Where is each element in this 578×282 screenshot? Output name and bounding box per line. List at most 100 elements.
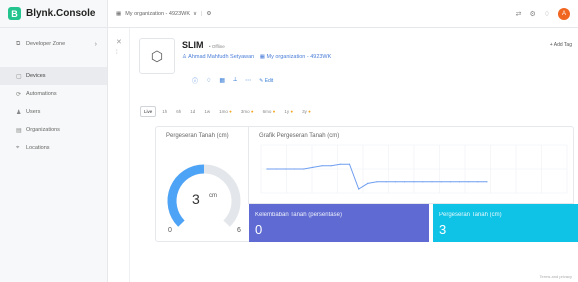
device-organization[interactable]: My organization - 4923WK [266, 54, 331, 60]
developer-zone-icon: ⧉ [16, 40, 21, 47]
device-image: ⬡ [139, 38, 175, 74]
displacement-widget[interactable]: Pergeseran Tanah (cm) 3 [433, 204, 578, 242]
gauge-chart [167, 164, 241, 227]
device-meta: ♙ Ahmad Mahfudh Setyawan ▦ My organizati… [182, 54, 331, 60]
data-point [486, 181, 488, 183]
tab-6h[interactable]: 6h [173, 107, 184, 116]
users-icon: ♟ [16, 109, 22, 116]
data-point [403, 181, 406, 183]
sidebar-item-organizations[interactable]: ▤ Organizations [0, 121, 107, 139]
tab-6mo[interactable]: 6mo ● [260, 107, 279, 116]
more-icon[interactable]: ⋯ [245, 77, 251, 84]
org-selector[interactable]: My organization - 4923WK [125, 11, 190, 17]
sidebar-item-users[interactable]: ♟ Users [0, 103, 107, 121]
edit-button[interactable]: ✎ Edit [259, 78, 273, 84]
footer-note[interactable]: Terms and privacy [540, 274, 572, 279]
device-owner[interactable]: Ahmad Mahfudh Setyawan [188, 54, 254, 60]
sidebar-item-locations[interactable]: ⌖ Locations [0, 139, 107, 157]
data-point [330, 165, 332, 167]
data-point [413, 181, 415, 183]
sidebar-item-automations[interactable]: ⟳ Automations [0, 85, 107, 103]
gauge-min: 0 [168, 227, 172, 234]
tab-1d[interactable]: 1d [187, 107, 198, 116]
moisture-label: Kelembaban Tanah (persentase) [255, 212, 342, 218]
org-icon: ▦ [259, 54, 265, 60]
tab-3mo[interactable]: 3mo ● [238, 107, 257, 116]
device-dashboard: ⬡ SLIM • Offline ♙ Ahmad Mahfudh Setyawa… [130, 28, 578, 282]
chevron-down-icon[interactable]: ∨ [193, 11, 197, 17]
gauge-widget[interactable]: Pergeseran Tanah (cm) 3 cm 0 6 [155, 126, 251, 242]
sidebar-item-developer-zone[interactable]: ⧉ Developer Zone › [0, 33, 107, 55]
bell-icon[interactable]: ♢ [544, 10, 550, 18]
blynk-logo: B [8, 7, 21, 20]
brand-name: Blynk.Console [26, 8, 96, 19]
avatar[interactable]: A [558, 8, 570, 20]
data-point [284, 168, 286, 170]
sidebar: B Blynk.Console ⧉ Developer Zone › ▢ Dev… [0, 0, 108, 282]
sidebar-item-label: Locations [26, 145, 50, 151]
gauge-max: 6 [237, 227, 241, 234]
data-point [477, 181, 479, 183]
data-point [394, 181, 396, 183]
device-title: SLIM • Offline [182, 40, 225, 50]
data-point [348, 163, 351, 165]
tab-1y[interactable]: 1y ● [281, 107, 296, 116]
grid-icon[interactable]: ▦ [219, 77, 225, 84]
org-icon: ▦ [116, 10, 122, 17]
sidebar-item-devices[interactable]: ▢ Devices [0, 67, 107, 85]
data-point [293, 168, 296, 170]
data-point [358, 188, 360, 190]
data-point [303, 168, 305, 170]
data-point [275, 168, 277, 170]
data-point [440, 181, 442, 183]
displacement-value: 3 [439, 222, 447, 237]
gauge-title: Pergeseran Tanah (cm) [166, 133, 229, 139]
data-point [385, 181, 387, 183]
data-point [422, 181, 424, 183]
bell-icon[interactable]: ♢ [206, 77, 211, 84]
device-toolbar: ⓘ ♢ ▦ ⟂ ⋯ ✎ Edit [192, 76, 273, 85]
tab-1mo[interactable]: 1mo ● [216, 107, 235, 116]
sidebar-item-label: Organizations [26, 127, 60, 133]
automations-icon: ⟳ [16, 91, 22, 98]
collapse-strip: ✕ ⁞ [108, 28, 130, 282]
data-point [266, 168, 268, 170]
data-point [431, 181, 433, 183]
sidebar-item-label: Automations [26, 91, 57, 97]
moisture-widget[interactable]: Kelembaban Tanah (persentase) 0 [249, 204, 429, 242]
share-icon[interactable]: ⇄ [516, 10, 522, 18]
device-name: SLIM [182, 40, 204, 50]
data-point [321, 165, 323, 167]
tab-1w[interactable]: 1w [201, 107, 213, 116]
add-tag-button[interactable]: + Add Tag [550, 42, 572, 48]
edit-label: Edit [264, 77, 274, 84]
series-line [267, 163, 487, 190]
drag-handle-icon[interactable]: ⁞ [116, 50, 118, 56]
line-chart [260, 144, 568, 194]
tab-3y[interactable]: 3y ● [299, 107, 314, 116]
moisture-value: 0 [255, 222, 263, 237]
gauge-unit: cm [209, 193, 217, 199]
tab-1h[interactable]: 1h [159, 107, 170, 116]
sidebar-item-label: Users [26, 109, 41, 115]
data-point [376, 181, 378, 183]
info-icon[interactable]: ⓘ [192, 76, 198, 85]
topbar: ▦ My organization - 4923WK ∨ | ⚙ ⇄ ⚙ ♢ A [108, 0, 578, 28]
data-point [468, 181, 470, 183]
chart-icon[interactable]: ⟂ [233, 77, 237, 84]
pencil-icon: ✎ [259, 77, 264, 84]
chart-widget[interactable]: Grafik Pergeseran Tanah (cm) [248, 126, 574, 204]
brand[interactable]: B Blynk.Console [0, 0, 107, 28]
tab-live[interactable]: Live [140, 106, 157, 117]
sidebar-item-label: Devices [26, 73, 46, 79]
data-point [449, 181, 451, 183]
chevron-right-icon: › [94, 40, 97, 48]
settings-icon[interactable]: ⚙ [529, 10, 535, 18]
topbar-icons: ⇄ ⚙ ♢ A [516, 8, 570, 20]
close-icon[interactable]: ✕ [116, 38, 122, 46]
organizations-icon: ▤ [16, 127, 22, 134]
locations-icon: ⌖ [16, 144, 20, 151]
status-badge: • Offline [209, 44, 225, 49]
org-settings-icon[interactable]: ⚙ [206, 11, 211, 17]
sidebar-item-label: Developer Zone [26, 41, 66, 47]
